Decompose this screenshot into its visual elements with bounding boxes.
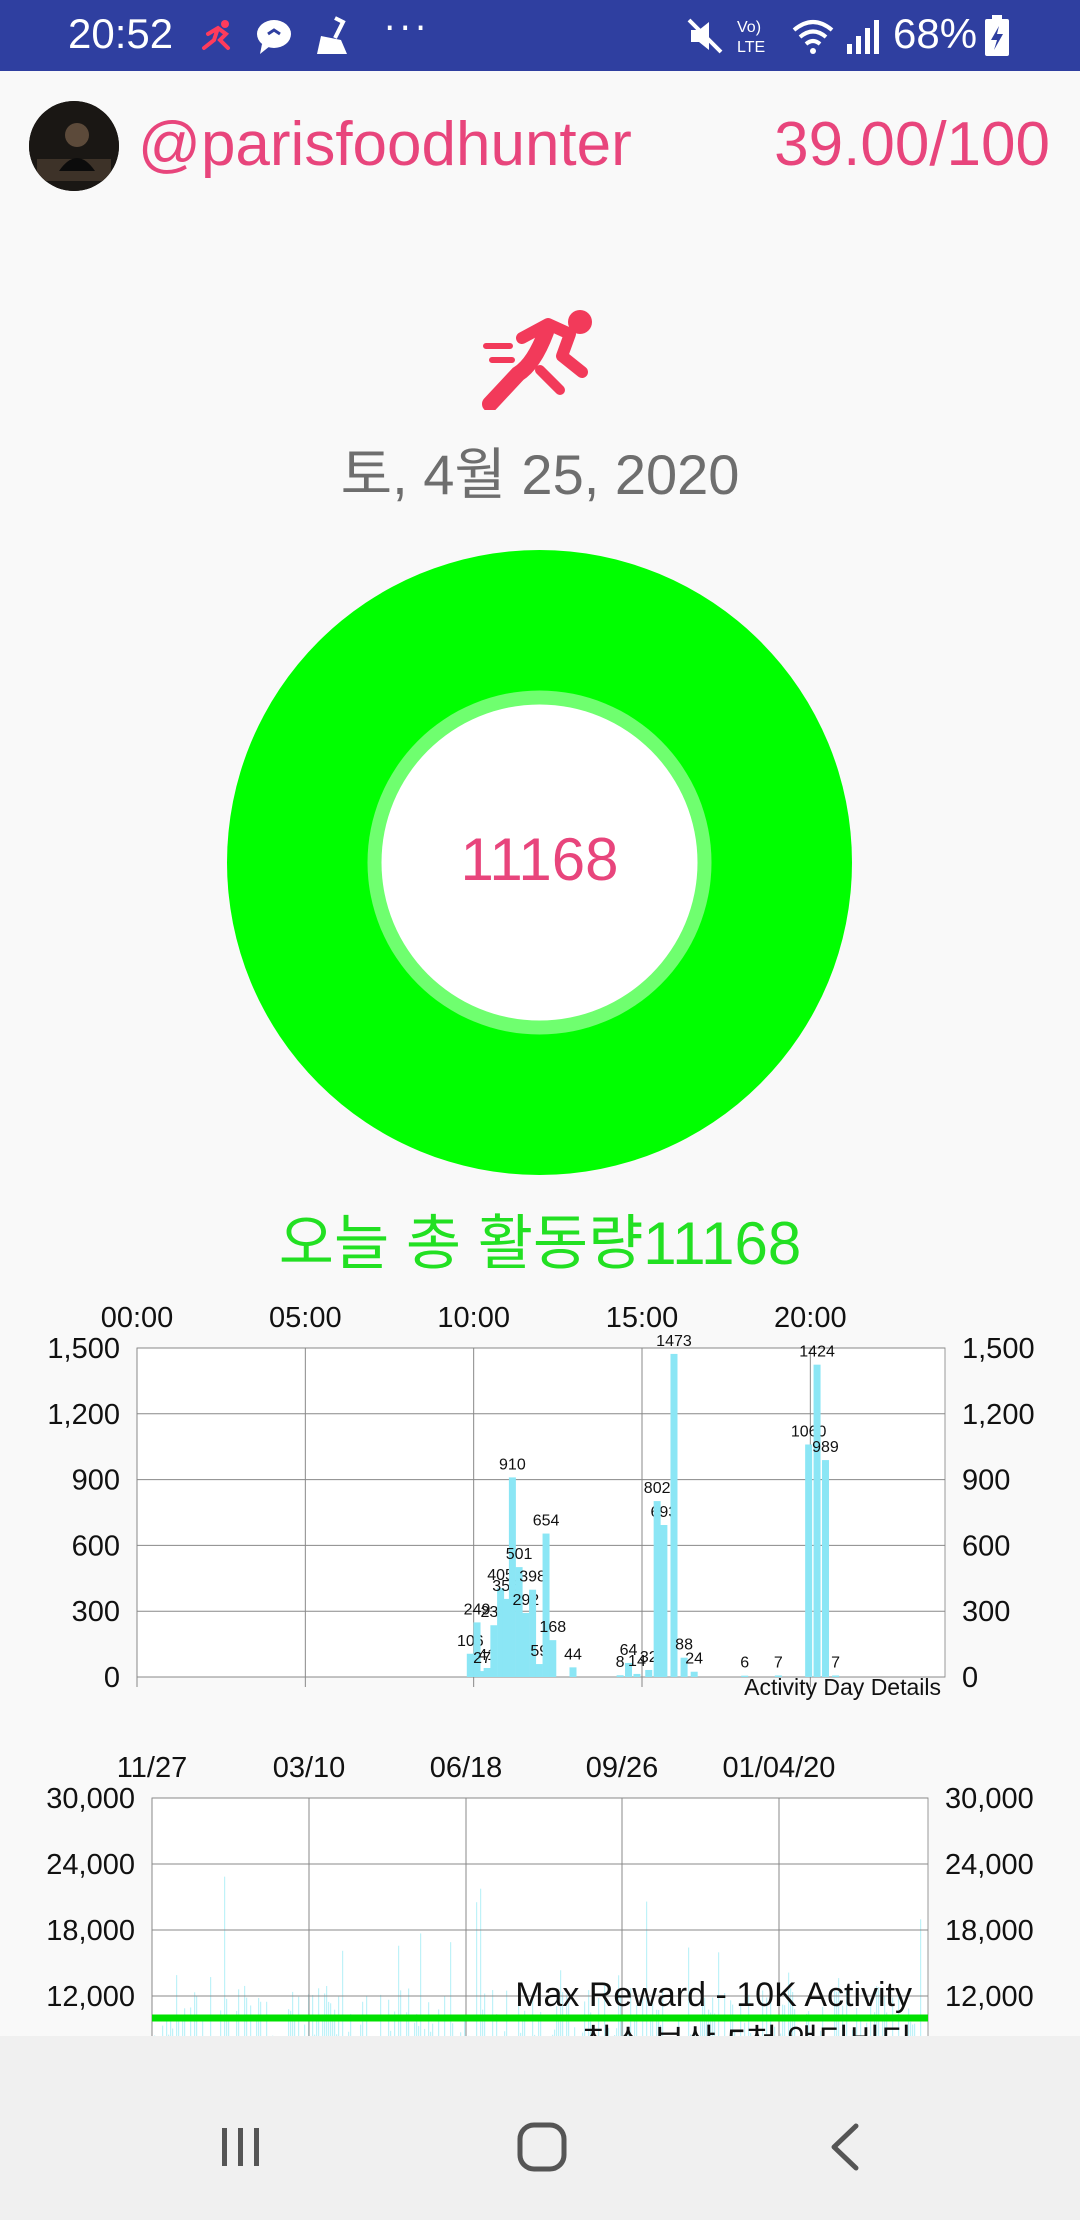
total-activity-label: 오늘 총 활동량11168 <box>278 1210 802 1277</box>
activity-bar <box>813 1364 821 1677</box>
activity-bar <box>569 1667 577 1677</box>
svg-text:Vo): Vo) <box>737 19 761 36</box>
activity-bar <box>633 1673 641 1677</box>
battery-icon <box>985 15 1009 56</box>
x-tick-label: 09/26 <box>586 1752 659 1784</box>
wifi-icon <box>792 20 834 54</box>
activity-bar <box>502 1598 510 1677</box>
x-tick-label: 20:00 <box>774 1302 847 1334</box>
bar-value-label: 501 <box>506 1546 533 1563</box>
activity-bar <box>690 1671 698 1677</box>
y-tick-label-left: 30,000 <box>46 1783 135 1815</box>
activity-bar <box>508 1477 516 1677</box>
volte-icon: Vo) LTE <box>737 19 765 56</box>
home-icon[interactable] <box>515 2120 569 2174</box>
x-tick-label: 15:00 <box>606 1302 679 1334</box>
x-tick-label: 03/10 <box>273 1752 346 1784</box>
chart-annotation: Activity Day Details <box>744 1674 941 1700</box>
avatar[interactable] <box>29 101 119 191</box>
bar-value-label: 7 <box>831 1654 840 1671</box>
bar-value-label: 398 <box>519 1569 546 1586</box>
x-tick-label: 01/04/20 <box>723 1752 836 1784</box>
activity-bar <box>483 1668 491 1677</box>
x-tick-label: 05:00 <box>269 1302 342 1334</box>
x-tick-label: 10:00 <box>437 1302 510 1334</box>
mute-icon <box>687 18 723 54</box>
activity-bar <box>542 1533 550 1677</box>
activity-bar <box>645 1669 653 1677</box>
bar-value-label: 654 <box>533 1513 560 1530</box>
chat-icon <box>257 20 291 54</box>
profile-header: @parisfoodhunter 39.00/100 <box>0 71 1080 221</box>
bar-value-label: 44 <box>564 1646 582 1663</box>
y-tick-label-right: 24,000 <box>945 1849 1034 1881</box>
signal-icon <box>847 20 879 54</box>
bar-value-label: 1060 <box>791 1424 827 1441</box>
navigation-bar <box>0 2036 1080 2220</box>
bar-value-label: 1473 <box>656 1333 692 1350</box>
status-time: 20:52 <box>68 10 174 57</box>
activity-bar <box>660 1525 668 1677</box>
y-tick-label-left: 300 <box>72 1596 120 1628</box>
cleaner-icon <box>317 16 347 54</box>
y-tick-label-right: 0 <box>962 1662 978 1694</box>
recent-apps-icon[interactable] <box>216 2122 266 2172</box>
bar-value-label: 8 <box>616 1654 625 1671</box>
daily-activity-chart: 1,500 1,5001,200 1,200900 900600 600300 3000 0… <box>47 1302 1035 1700</box>
y-tick-label-left: 18,000 <box>46 1915 135 1947</box>
back-icon[interactable] <box>826 2122 866 2172</box>
bar-value-label: 802 <box>644 1480 671 1497</box>
username[interactable]: @parisfoodhunter <box>138 109 632 180</box>
battery-percent: 68% <box>893 10 978 57</box>
y-tick-label-left: 24,000 <box>46 1849 135 1881</box>
y-tick-label-right: 30,000 <box>945 1783 1034 1815</box>
bar-value-label: 989 <box>812 1439 839 1456</box>
activity-bar <box>529 1589 537 1677</box>
activity-bar <box>535 1664 543 1677</box>
status-bar: 20:52 ··· Vo) LTE 68% <box>0 0 1080 71</box>
history-chart: 30,000 30,000 24,000 24,000 18,000 18,000 12,0… <box>46 1752 1034 2075</box>
y-tick-label-left: 1,500 <box>47 1333 120 1365</box>
activity-bar <box>670 1353 678 1677</box>
y-tick-label-left: 12,000 <box>46 1981 135 2013</box>
y-tick-label-right: 1,500 <box>962 1333 1035 1365</box>
activity-bar <box>490 1625 498 1677</box>
runner-icon <box>202 20 230 50</box>
x-tick-label: 11/27 <box>117 1752 187 1784</box>
activity-bar <box>805 1444 813 1677</box>
y-tick-label-right: 300 <box>962 1596 1010 1628</box>
bar-value-label: 1424 <box>799 1344 835 1361</box>
bar-value-label: 7 <box>774 1654 783 1671</box>
activity-bar <box>653 1501 661 1677</box>
svg-text:LTE: LTE <box>737 39 765 56</box>
activity-date: 토, 4월 25, 2020 <box>340 443 740 506</box>
activity-bar <box>616 1675 624 1677</box>
x-tick-label: 06/18 <box>430 1752 503 1784</box>
bar-value-label: 24 <box>685 1651 703 1668</box>
y-tick-label-right: 600 <box>962 1530 1010 1562</box>
x-tick-label: 00:00 <box>101 1302 174 1334</box>
y-tick-label-right: 900 <box>962 1465 1010 1497</box>
y-tick-label-right: 12,000 <box>945 1981 1034 2013</box>
bar-value-label: 910 <box>499 1456 526 1473</box>
y-tick-label-left: 900 <box>72 1465 120 1497</box>
max-reward-label: Max Reward - 10K Activity <box>515 1976 912 2014</box>
y-tick-label-right: 1,200 <box>962 1399 1035 1431</box>
activity-bar <box>549 1640 557 1677</box>
runner-icon <box>482 310 592 410</box>
more-icon: ··· <box>384 8 431 49</box>
ring-value: 11168 <box>460 826 619 893</box>
activity-bar <box>522 1612 530 1677</box>
y-tick-label-left: 600 <box>72 1530 120 1562</box>
score: 39.00/100 <box>774 110 1050 179</box>
y-tick-label-left: 0 <box>104 1662 120 1694</box>
y-tick-label-right: 18,000 <box>945 1915 1034 1947</box>
activity-bar <box>821 1460 829 1677</box>
bar-value-label: 168 <box>539 1619 566 1636</box>
bar-value-label: 6 <box>740 1655 749 1672</box>
y-tick-label-left: 1,200 <box>47 1399 120 1431</box>
